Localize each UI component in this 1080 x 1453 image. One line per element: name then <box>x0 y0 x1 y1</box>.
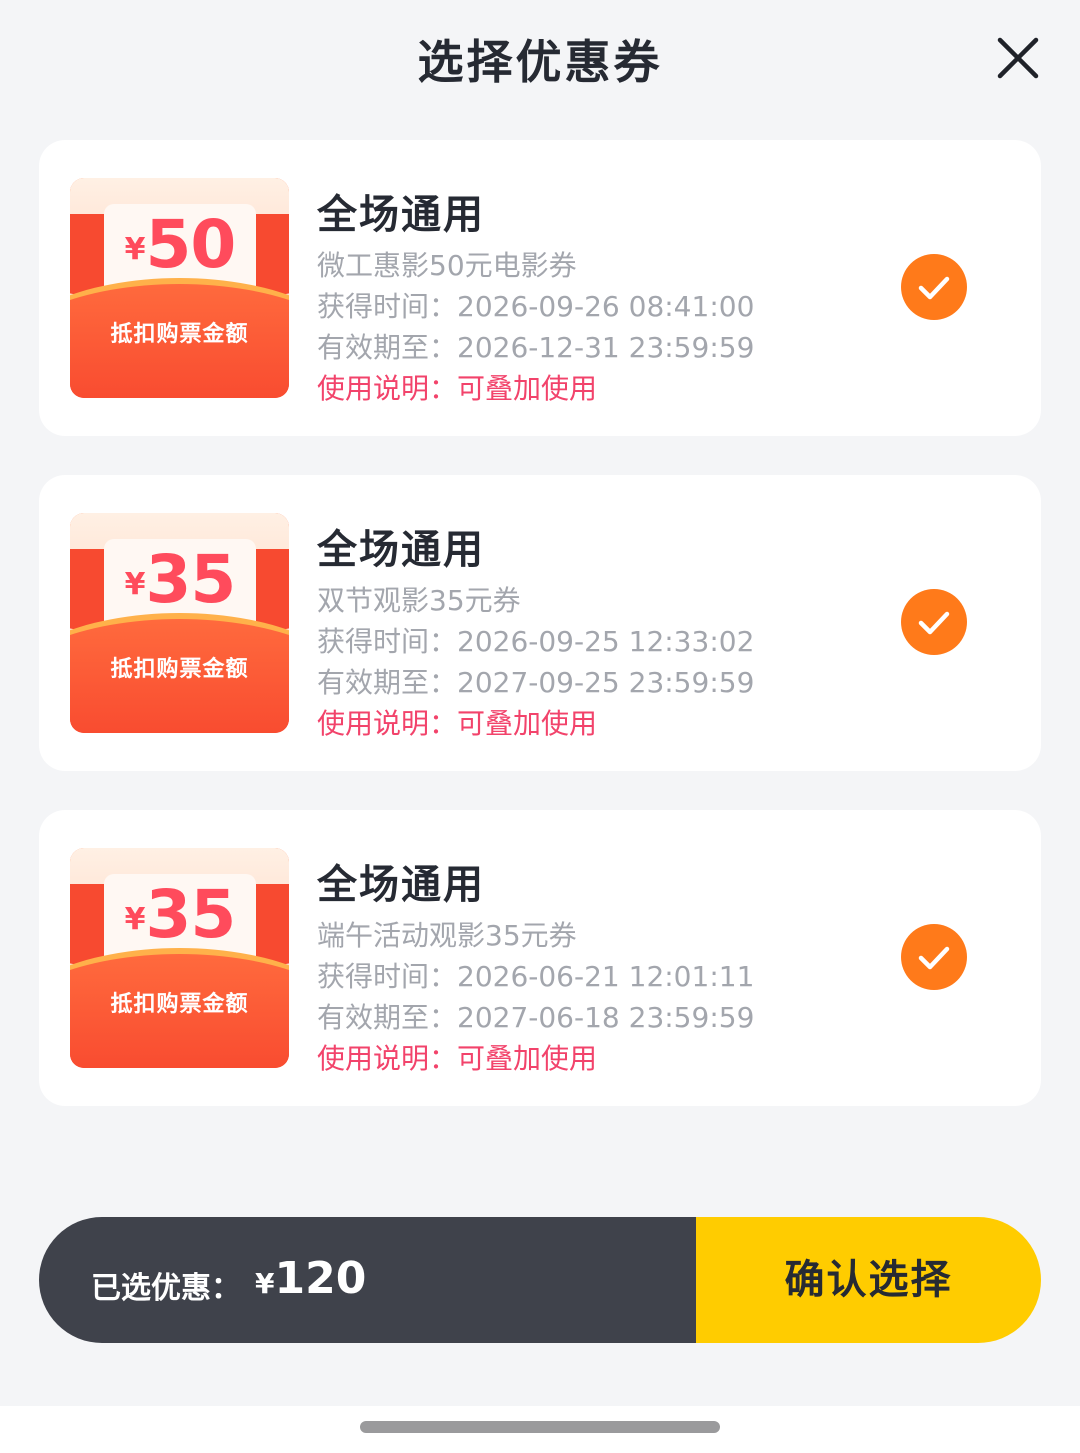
red-envelope-badge: ¥35 抵扣购票金额 <box>70 848 289 1068</box>
confirm-button[interactable]: 确认选择 <box>696 1217 1041 1343</box>
selected-amount-value: 120 <box>274 1253 367 1304</box>
coupon-expiry: 有效期至：2027-09-25 23:59:59 <box>317 666 755 699</box>
coupon-name: 端午活动观影35元券 <box>317 919 577 952</box>
coupon-name: 双节观影35元券 <box>317 584 521 617</box>
coupon-title: 全场通用 <box>317 527 485 573</box>
envelope-caption: 抵扣购票金额 <box>110 322 249 347</box>
coupon-card[interactable]: ¥35 抵扣购票金额 全场通用 端午活动观影35元券 获得时间：2026-06-… <box>39 810 1041 1106</box>
home-indicator-area <box>0 1406 1080 1453</box>
header: 选择优惠券 <box>0 0 1080 118</box>
home-indicator[interactable] <box>360 1421 720 1433</box>
amount-value: 35 <box>145 541 237 618</box>
coupon-amount: ¥35 <box>104 541 256 618</box>
currency-symbol: ¥ <box>255 1267 275 1300</box>
coupon-title: 全场通用 <box>317 862 485 908</box>
coupon-usage-note: 使用说明：可叠加使用 <box>317 1042 598 1075</box>
check-icon[interactable] <box>901 924 967 990</box>
page-title: 选择优惠券 <box>417 35 663 89</box>
coupon-title: 全场通用 <box>317 192 485 238</box>
selected-summary: 已选优惠： ¥120 <box>39 1217 696 1343</box>
selected-label: 已选优惠： <box>91 1271 241 1306</box>
coupon-obtained-time: 获得时间：2026-09-25 12:33:02 <box>317 625 755 658</box>
coupon-amount: ¥50 <box>104 206 256 283</box>
check-icon[interactable] <box>901 254 967 320</box>
envelope-caption: 抵扣购票金额 <box>110 992 249 1017</box>
amount-value: 35 <box>145 876 237 953</box>
bottom-action-bar: 已选优惠： ¥120 确认选择 <box>39 1217 1041 1343</box>
currency-symbol: ¥ <box>124 567 146 602</box>
coupon-expiry: 有效期至：2026-12-31 23:59:59 <box>317 331 755 364</box>
check-icon[interactable] <box>901 589 967 655</box>
coupon-expiry: 有效期至：2027-06-18 23:59:59 <box>317 1001 755 1034</box>
amount-value: 50 <box>145 206 237 283</box>
coupon-usage-note: 使用说明：可叠加使用 <box>317 707 598 740</box>
envelope-caption: 抵扣购票金额 <box>110 657 249 682</box>
coupon-card[interactable]: ¥50 抵扣购票金额 全场通用 微工惠影50元电影券 获得时间：2026-09-… <box>39 140 1041 436</box>
coupon-name: 微工惠影50元电影券 <box>317 249 577 282</box>
close-icon[interactable] <box>994 34 1042 82</box>
red-envelope-badge: ¥50 抵扣购票金额 <box>70 178 289 398</box>
coupon-amount: ¥35 <box>104 876 256 953</box>
coupon-obtained-time: 获得时间：2026-06-21 12:01:11 <box>317 960 755 993</box>
coupon-usage-note: 使用说明：可叠加使用 <box>317 372 598 405</box>
coupon-card[interactable]: ¥35 抵扣购票金额 全场通用 双节观影35元券 获得时间：2026-09-25… <box>39 475 1041 771</box>
coupon-obtained-time: 获得时间：2026-09-26 08:41:00 <box>317 290 755 323</box>
red-envelope-badge: ¥35 抵扣购票金额 <box>70 513 289 733</box>
currency-symbol: ¥ <box>124 232 146 267</box>
currency-symbol: ¥ <box>124 902 146 937</box>
selected-amount: ¥120 <box>255 1253 366 1304</box>
